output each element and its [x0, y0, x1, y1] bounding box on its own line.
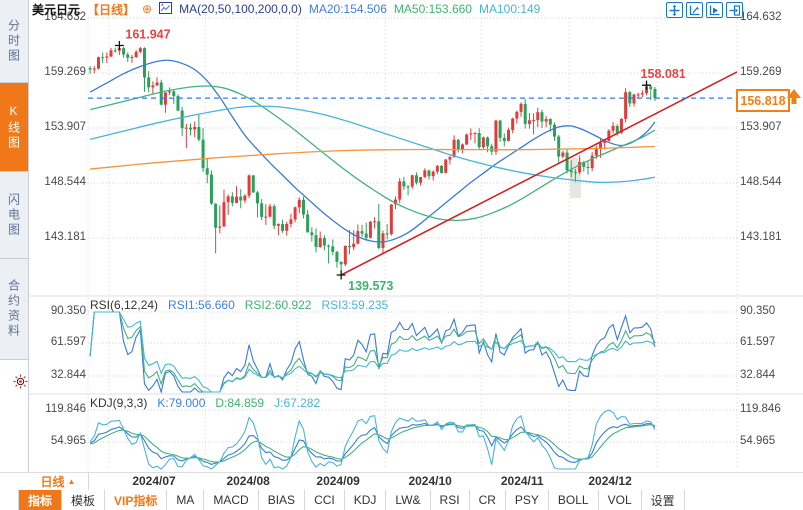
toolbar-tab-KDJ[interactable]: KDJ: [345, 490, 387, 510]
kdj-d-value: D:84.859: [215, 396, 264, 410]
y-axis-tick: 61.597: [740, 336, 775, 348]
period-selector[interactable]: 日线 ▲: [28, 473, 89, 490]
annotation-158.081: 158.081: [641, 67, 686, 81]
symbol-name: 美元日元: [32, 1, 80, 18]
toolbar-tab-CCI[interactable]: CCI: [305, 490, 345, 510]
zoom-in-axis-button[interactable]: [686, 2, 703, 18]
period-label: 日线: [41, 473, 65, 490]
y-axis-tick: 143.181: [740, 231, 782, 243]
rsi2-line: [90, 312, 655, 392]
y-axis-tick: 153.907: [30, 121, 86, 133]
play-forward-axis-button[interactable]: [706, 2, 723, 18]
y-axis-tick: 119.846: [30, 403, 86, 415]
price-up-arrow-icon: [786, 88, 802, 110]
toolbar-tab-RSI[interactable]: RSI: [431, 490, 470, 510]
x-axis-month-label: 2024/10: [408, 474, 451, 488]
chart-toolbuttons: [666, 2, 743, 18]
toolbar-tab-PSY[interactable]: PSY: [506, 490, 549, 510]
y-axis-tick: 119.846: [740, 403, 781, 415]
period-tag[interactable]: 【日线】: [87, 1, 135, 18]
rsi1-value: RSI1:56.660: [168, 298, 235, 312]
circle-plus-icon[interactable]: ⊕: [142, 2, 152, 16]
y-axis-tick: 54.965: [740, 435, 775, 447]
trendline: [341, 72, 737, 275]
toolbar-tab-[interactable]: 指标: [18, 490, 62, 510]
annotation-139.573: 139.573: [348, 279, 393, 293]
toolbar-tab-[interactable]: 模板: [62, 490, 105, 510]
candlestick-mini-icon: [159, 2, 172, 17]
x-axis-month-label: 2024/09: [316, 474, 359, 488]
toolbar-tab-MACD[interactable]: MACD: [204, 490, 258, 510]
toolbar-tab-VIP[interactable]: VIP指标: [105, 490, 167, 510]
ma20-value: MA20:154.506: [309, 2, 387, 16]
y-axis-tick: 90.350: [740, 305, 775, 317]
x-axis-row: 日线 ▲ 2024/07 2024/08 2024/09 2024/10 2024/11…: [0, 472, 803, 492]
toolbar-tab-CR[interactable]: CR: [470, 490, 506, 510]
main-chart-canvas[interactable]: 161.947 158.081 139.573: [0, 0, 803, 510]
rsi1-line: [90, 312, 655, 392]
y-axis-tick: 143.181: [30, 231, 86, 243]
chart-header: 美元日元 【日线】 ⊕ MA(20,50,100,200,0,0) MA20:1…: [32, 1, 540, 17]
rsi2-value: RSI2:60.922: [245, 298, 312, 312]
toolbar-tab-[interactable]: 设置: [642, 490, 685, 510]
x-axis-month-label: 2024/07: [132, 474, 175, 488]
ma50-value: MA50:153.660: [394, 2, 472, 16]
ma-params-label: MA(20,50,100,200,0,0): [179, 2, 302, 16]
sidebar-tab-3[interactable]: 闪电图: [0, 172, 28, 259]
x-axis-month-label: 2024/08: [226, 474, 269, 488]
toolbar-tab-BOLL[interactable]: BOLL: [549, 490, 599, 510]
rsi-pane-header: RSI(6,12,24) RSI1:56.660 RSI2:60.922 RSI…: [90, 298, 388, 312]
ma100-value: MA100:149: [479, 2, 540, 16]
sidebar-tab-label: K线图: [6, 104, 23, 151]
y-axis-tick: 148.544: [740, 176, 782, 188]
rsi3-line: [90, 312, 655, 392]
y-axis-tick: 32.844: [740, 369, 775, 381]
ma-line-ma50: [90, 86, 655, 220]
crosshair-tool-button[interactable]: [666, 2, 683, 18]
sidebar-tab-4[interactable]: 合约资料: [0, 259, 28, 360]
toolbar-tab-BIAS[interactable]: BIAS: [259, 490, 305, 510]
sidebar-tab-1[interactable]: 分时图: [0, 0, 28, 83]
sidebar-tab-label: 闪电图: [6, 193, 23, 238]
kdj-j-line: [90, 410, 655, 469]
triangle-up-icon: ▲: [68, 477, 76, 486]
toolbar-tab-LW[interactable]: LW&: [386, 490, 430, 510]
annotation-161.947: 161.947: [125, 28, 170, 42]
y-axis-tick: 153.907: [740, 121, 782, 133]
exit-page-button[interactable]: [726, 2, 743, 18]
x-axis-month-label: 2024/11: [501, 474, 544, 488]
y-axis-tick: 90.350: [30, 305, 86, 317]
x-axis-month-label: 2024/12: [588, 474, 631, 488]
y-axis-tick: 54.965: [30, 435, 86, 447]
rsi-title: RSI(6,12,24): [90, 298, 158, 312]
y-axis-tick: 32.844: [30, 369, 86, 381]
rsi3-value: RSI3:59.235: [321, 298, 388, 312]
sidebar-tab-label: 合约资料: [6, 279, 23, 339]
y-axis-tick: 61.597: [30, 336, 86, 348]
kdj-k-value: K:79.000: [157, 396, 205, 410]
sun-alert-icon[interactable]: [13, 374, 28, 394]
ma-line-ma20: [90, 60, 655, 242]
y-axis-tick: 159.269: [740, 66, 782, 78]
sidebar-tab-2[interactable]: K线图: [0, 83, 28, 172]
y-axis-tick: 159.269: [30, 66, 86, 78]
indicator-toolbar: 指标模板VIP指标MAMACDBIASCCIKDJLW&RSICRPSYBOLL…: [0, 490, 803, 510]
y-axis-tick: 164.632: [740, 11, 782, 23]
kdj-j-value: J:67.282: [274, 396, 320, 410]
toolbar-tab-MA[interactable]: MA: [167, 490, 204, 510]
trading-app-window: 161.947 158.081 139.573 美元日元 【日线】 ⊕ MA(20,…: [0, 0, 803, 510]
sidebar-tab-label: 分时图: [6, 19, 23, 64]
y-axis-tick: 148.544: [30, 176, 86, 188]
current-price-label[interactable]: 156.818: [736, 89, 790, 112]
extreme-cross-marker: [337, 270, 346, 279]
left-sidebar: 分时图 K线图闪电图合约资料: [0, 0, 29, 490]
kdj-pane-header: KDJ(9,3,3) K:79.000 D:84.859 J:67.282: [90, 396, 320, 410]
kdj-title: KDJ(9,3,3): [90, 396, 147, 410]
toolbar-tab-VOL[interactable]: VOL: [599, 490, 642, 510]
kdj-k-line: [90, 423, 655, 464]
